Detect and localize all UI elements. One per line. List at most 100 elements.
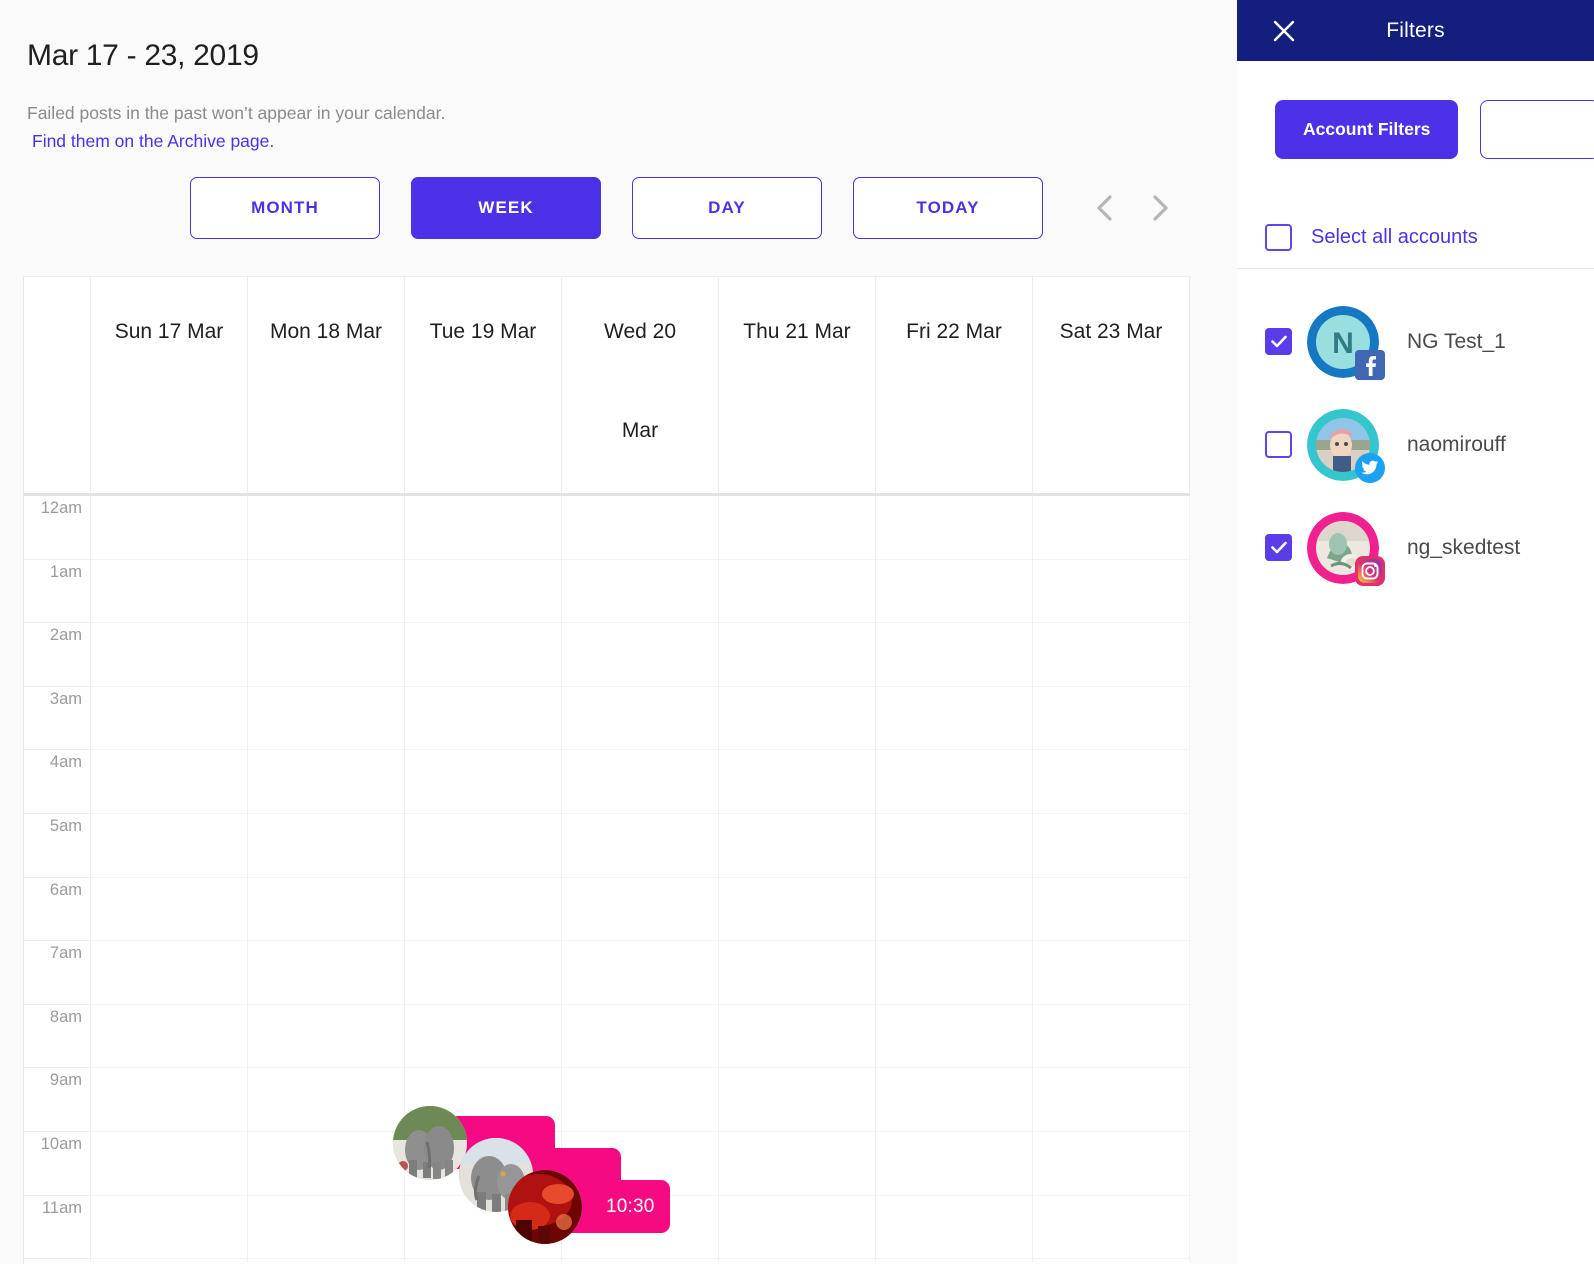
hour-slot[interactable] [562, 1005, 718, 1069]
hour-slot[interactable] [876, 560, 1032, 624]
chevron-right-icon[interactable] [1145, 186, 1175, 230]
hour-slot[interactable] [405, 687, 561, 751]
view-button-month[interactable]: MONTH [190, 177, 380, 239]
hour-slot[interactable] [562, 496, 718, 560]
account-row-ng-test-1[interactable]: N NG Test_1 [1237, 290, 1594, 393]
select-all-accounts-checkbox[interactable] [1265, 224, 1292, 251]
hour-slot[interactable] [1033, 1005, 1189, 1069]
view-button-week[interactable]: WEEK [411, 177, 601, 239]
chevron-left-icon[interactable] [1089, 186, 1119, 230]
hour-slot[interactable] [876, 941, 1032, 1005]
hour-slot[interactable] [719, 623, 875, 687]
hour-slot[interactable] [562, 623, 718, 687]
hour-slot[interactable] [1033, 496, 1189, 560]
day-header-thu[interactable]: Thu 21 Mar [719, 277, 876, 493]
tab-secondary-filters[interactable] [1480, 100, 1594, 159]
account-checkbox[interactable] [1265, 431, 1292, 458]
hour-slot[interactable] [1033, 941, 1189, 1005]
hour-slot[interactable] [1033, 1196, 1189, 1260]
view-button-day[interactable]: DAY [632, 177, 822, 239]
hour-slot[interactable] [248, 750, 404, 814]
hour-slot[interactable] [719, 1196, 875, 1260]
hour-slot[interactable] [248, 878, 404, 942]
hour-slot[interactable] [719, 814, 875, 878]
hour-slot[interactable] [719, 878, 875, 942]
hour-slot[interactable] [719, 1068, 875, 1132]
hour-slot[interactable] [91, 1005, 247, 1069]
hour-slot[interactable] [719, 560, 875, 624]
select-all-accounts-label[interactable]: Select all accounts [1311, 226, 1478, 249]
hour-slot[interactable] [405, 1005, 561, 1069]
archive-page-link[interactable]: Find them on the Archive page. [32, 131, 274, 151]
day-header-sun[interactable]: Sun 17 Mar [91, 277, 248, 493]
hour-slot[interactable] [876, 496, 1032, 560]
hour-slot[interactable] [405, 496, 561, 560]
hour-slot[interactable] [248, 560, 404, 624]
hour-slot[interactable] [1033, 623, 1189, 687]
day-header-mon[interactable]: Mon 18 Mar [248, 277, 405, 493]
hour-slot[interactable] [1033, 1068, 1189, 1132]
day-column-thu[interactable] [719, 496, 876, 1262]
hour-slot[interactable] [91, 1132, 247, 1196]
hour-slot[interactable] [1033, 878, 1189, 942]
hour-slot[interactable] [248, 496, 404, 560]
hour-slot[interactable] [248, 814, 404, 878]
account-row-ng-skedtest[interactable]: ng_skedtest [1237, 496, 1594, 599]
hour-slot[interactable] [405, 878, 561, 942]
day-column-mon[interactable] [248, 496, 405, 1262]
hour-slot[interactable] [1033, 750, 1189, 814]
day-column-sun[interactable] [91, 496, 248, 1262]
hour-slot[interactable] [876, 750, 1032, 814]
hour-slot[interactable] [1033, 687, 1189, 751]
hour-slot[interactable] [876, 1132, 1032, 1196]
hour-slot[interactable] [562, 687, 718, 751]
close-icon[interactable] [1270, 17, 1298, 45]
hour-slot[interactable] [248, 1068, 404, 1132]
hour-slot[interactable] [562, 750, 718, 814]
hour-slot[interactable] [248, 941, 404, 1005]
hour-slot[interactable] [91, 687, 247, 751]
hour-slot[interactable] [719, 496, 875, 560]
hour-slot[interactable] [91, 750, 247, 814]
hour-slot[interactable] [876, 1196, 1032, 1260]
hour-slot[interactable] [405, 814, 561, 878]
hour-slot[interactable] [91, 941, 247, 1005]
hour-slot[interactable] [1033, 814, 1189, 878]
day-column-fri[interactable] [876, 496, 1033, 1262]
day-header-wed[interactable]: Wed 20 Mar [562, 277, 719, 493]
hour-slot[interactable] [91, 496, 247, 560]
hour-slot[interactable] [248, 623, 404, 687]
hour-slot[interactable] [876, 623, 1032, 687]
view-button-today[interactable]: TODAY [853, 177, 1043, 239]
hour-slot[interactable] [719, 750, 875, 814]
hour-slot[interactable] [719, 941, 875, 1005]
day-column-sat[interactable] [1033, 496, 1190, 1262]
day-column-tue[interactable] [393, 496, 621, 1262]
hour-slot[interactable] [719, 687, 875, 751]
hour-slot[interactable] [91, 560, 247, 624]
hour-slot[interactable] [562, 814, 718, 878]
tab-account-filters[interactable]: Account Filters [1275, 100, 1459, 159]
hour-slot[interactable] [248, 1196, 404, 1260]
hour-slot[interactable] [405, 941, 561, 1005]
day-header-fri[interactable]: Fri 22 Mar [876, 277, 1033, 493]
hour-slot[interactable] [248, 1132, 404, 1196]
hour-slot[interactable] [562, 560, 718, 624]
account-checkbox[interactable] [1265, 328, 1292, 355]
hour-slot[interactable] [248, 687, 404, 751]
hour-slot[interactable] [876, 1068, 1032, 1132]
hour-slot[interactable] [91, 1068, 247, 1132]
account-checkbox[interactable] [1265, 534, 1292, 561]
hour-slot[interactable] [1033, 1132, 1189, 1196]
account-row-naomirouff[interactable]: naomirouff [1237, 393, 1594, 496]
day-header-tue[interactable]: Tue 19 Mar [405, 277, 562, 493]
hour-slot[interactable] [876, 687, 1032, 751]
hour-slot[interactable] [405, 623, 561, 687]
hour-slot[interactable] [91, 623, 247, 687]
hour-slot[interactable] [562, 941, 718, 1005]
day-header-sat[interactable]: Sat 23 Mar [1033, 277, 1190, 493]
hour-slot[interactable] [562, 1068, 718, 1132]
hour-slot[interactable] [91, 814, 247, 878]
hour-slot[interactable] [405, 750, 561, 814]
scheduled-post-card[interactable]: 10:30 [508, 1170, 670, 1244]
